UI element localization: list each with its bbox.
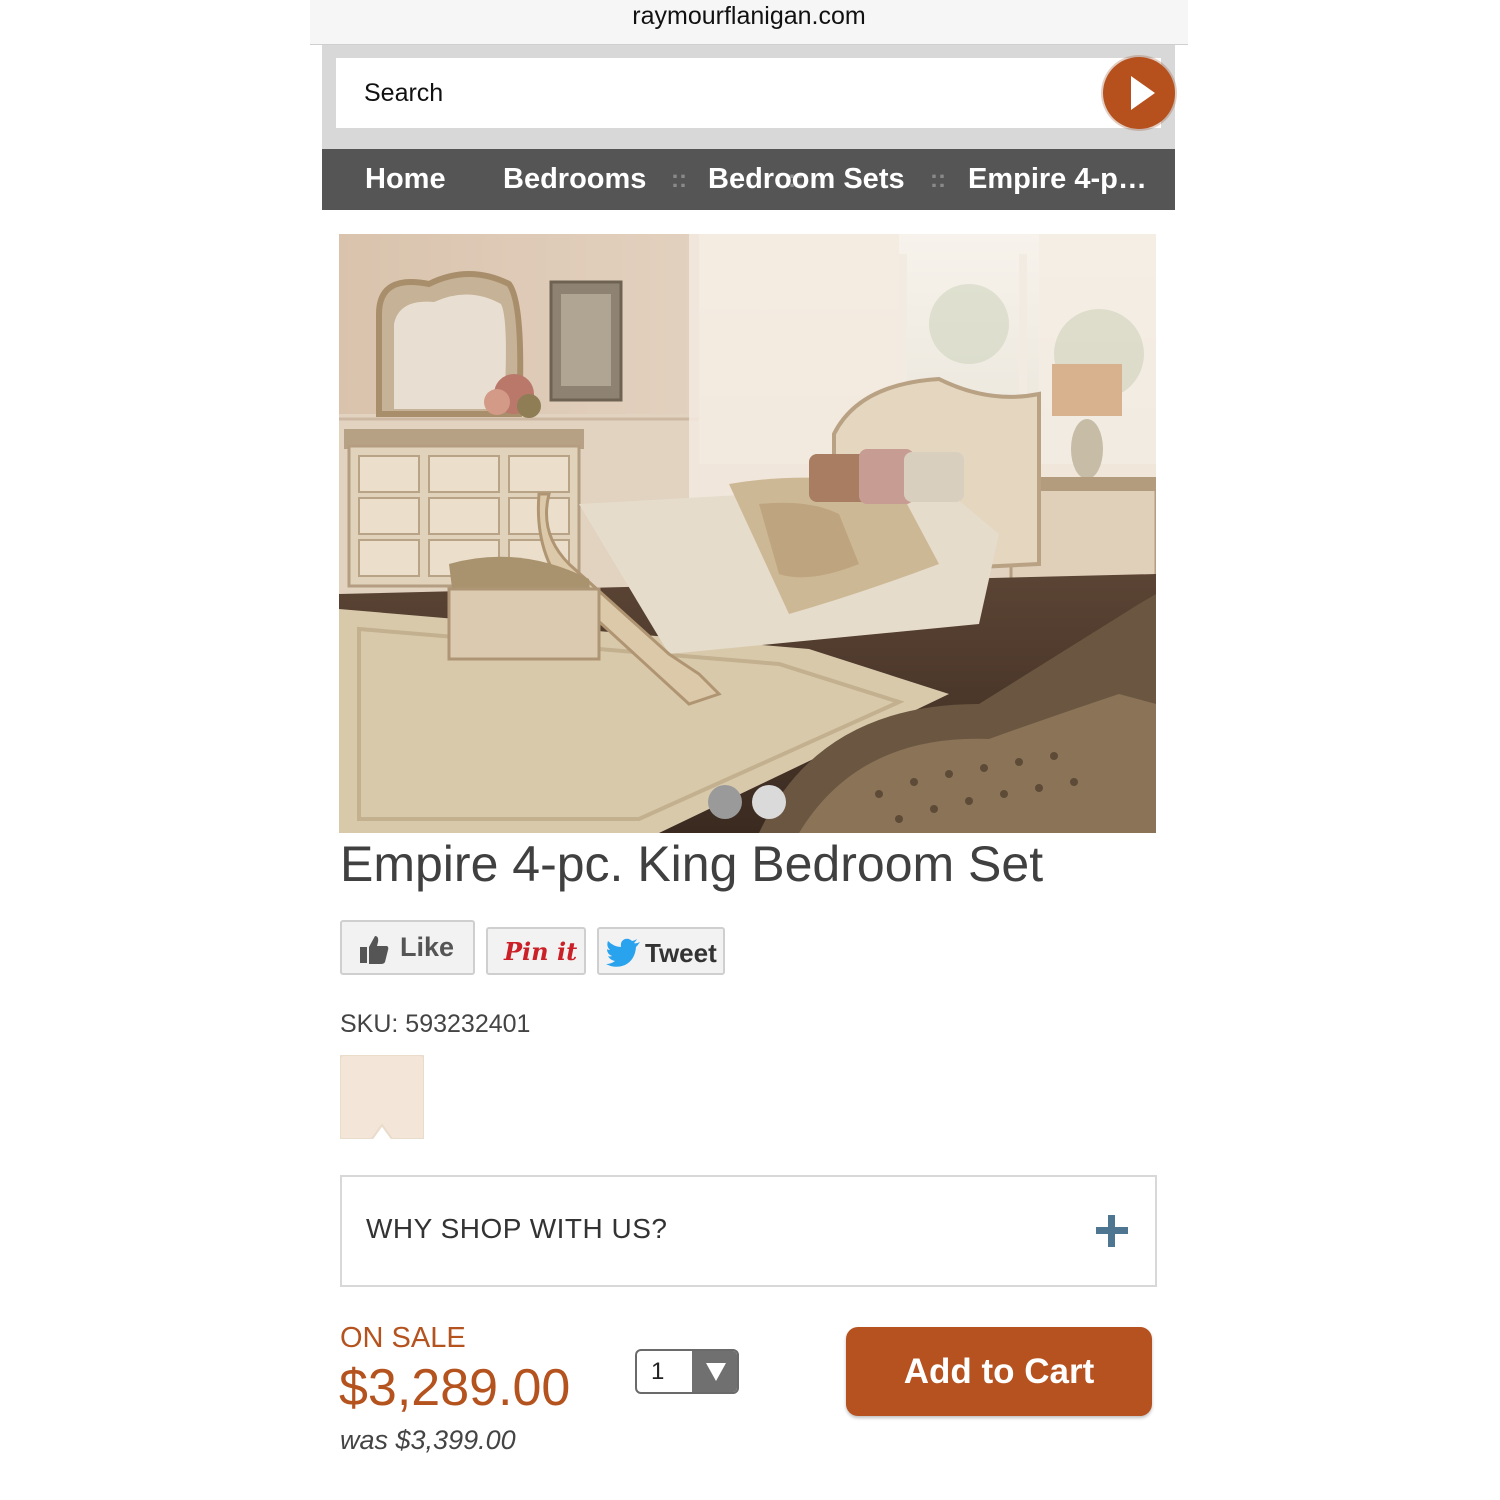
pinterest-pin-button[interactable]: Pin it [486,927,586,975]
color-swatch[interactable] [339,1054,425,1140]
add-to-cart-button[interactable]: Add to Cart [846,1327,1152,1416]
breadcrumb-bedrooms[interactable]: Bedrooms [503,149,646,210]
thumbs-up-icon [360,936,389,964]
twitter-tweet-button[interactable]: Tweet [597,927,725,975]
triangle-down-icon [706,1363,726,1381]
like-label: Like [400,932,455,962]
breadcrumb: Home :: Bedrooms :: Bedroom Sets :: Empi… [322,149,1175,210]
browser-url-bar[interactable]: raymourflanigan.com [310,0,1188,45]
bedroom-photo [339,234,1156,833]
breadcrumb-separator: :: [671,166,687,193]
tweet-label: Tweet [645,938,717,968]
search-submit-button[interactable] [1103,57,1175,129]
url-text: raymourflanigan.com [632,2,866,30]
carousel-dot-2[interactable] [752,785,786,819]
sale-price: $3,289.00 [339,1359,571,1417]
quantity-select[interactable]: 1 [635,1349,739,1394]
facebook-like-button[interactable]: Like [340,920,475,975]
search-input[interactable] [364,58,1064,128]
product-title: Empire 4-pc. King Bedroom Set [340,836,1044,892]
product-sku: SKU: 593232401 [340,1010,531,1038]
twitter-bird-icon [606,938,640,967]
quantity-dropdown-toggle[interactable] [692,1351,737,1392]
breadcrumb-bedroom-sets[interactable]: Bedroom Sets [708,149,905,210]
pin-it-label: Pin it [504,937,578,966]
on-sale-badge: ON SALE [340,1322,466,1354]
plus-icon[interactable] [1096,1215,1128,1247]
swatch-selected-icon [339,1054,425,1140]
search-box [336,57,1175,129]
quantity-value: 1 [651,1358,665,1385]
search-bar [322,45,1175,149]
carousel-dot-1[interactable] [708,785,742,819]
breadcrumb-separator: :: [930,166,946,193]
why-shop-accordion[interactable]: WHY SHOP WITH US? [340,1175,1157,1287]
breadcrumb-current: Empire 4-p… [968,163,1147,195]
original-price: was $3,399.00 [340,1425,516,1455]
play-arrow-icon [1131,76,1155,110]
why-shop-label: WHY SHOP WITH US? [366,1213,668,1244]
breadcrumb-home[interactable]: Home [365,149,446,210]
product-image-carousel[interactable] [339,234,1156,833]
